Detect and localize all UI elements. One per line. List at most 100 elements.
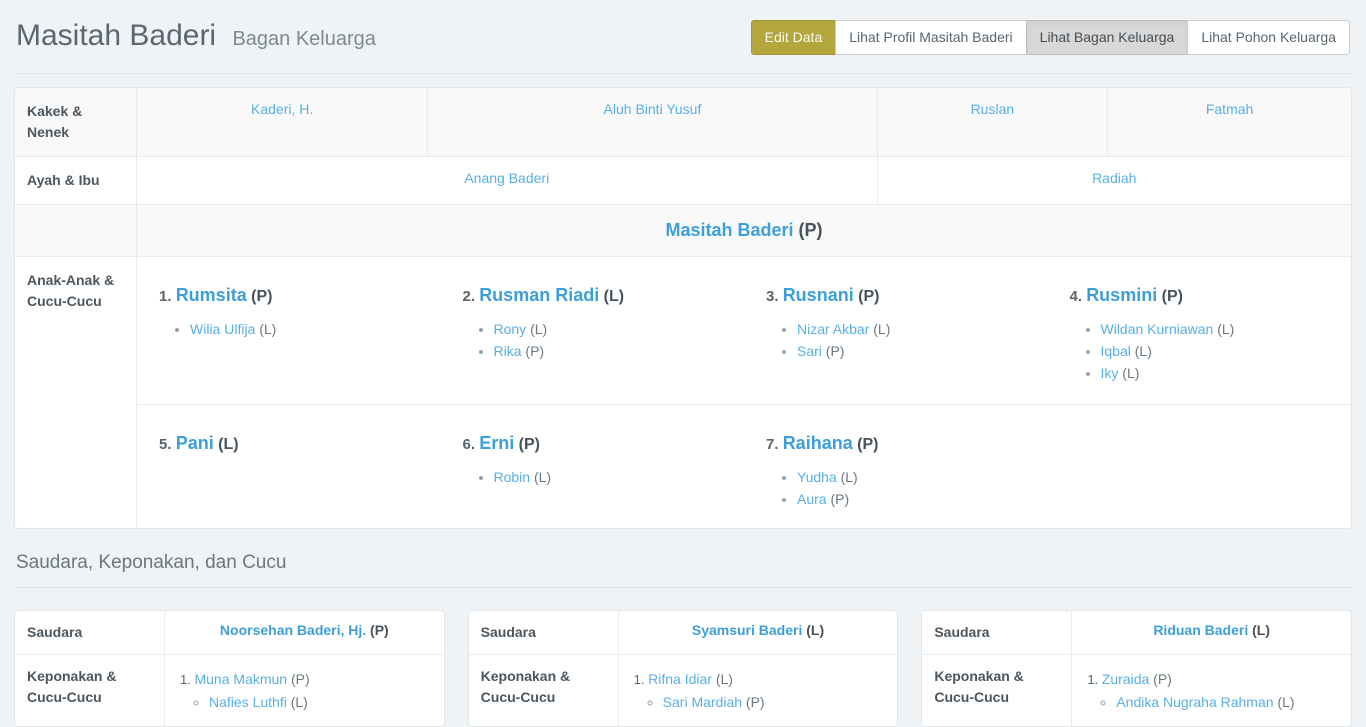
sibling-card-body-row: Keponakan & Cucu-Cucu1. Muna Makmun (P)N…: [15, 654, 444, 726]
sibling-name-link[interactable]: Syamsuri Baderi: [692, 622, 803, 638]
nephew-child-name-link[interactable]: Sari Mardiah: [663, 694, 742, 710]
grandchild-name-link[interactable]: Wilia Ulfija: [190, 321, 255, 337]
child-heading: 4. Rusmini (P): [1070, 283, 1336, 309]
sibling-cards: SaudaraNoorsehan Baderi, Hj. (P)Keponaka…: [14, 610, 1352, 727]
child-name-link[interactable]: Pani: [176, 433, 214, 453]
child-name-link[interactable]: Rusman Riadi: [479, 285, 599, 305]
nephew-children-list: Nafies Luthfi (L): [180, 691, 434, 713]
sibling-gender-label: (L): [1248, 622, 1270, 638]
child-gender-label: (P): [853, 436, 879, 453]
siblings-section-header: Saudara, Keponakan, dan Cucu: [14, 552, 1352, 588]
grandchild-gender-label: (L): [1118, 365, 1139, 381]
grandchild-name-link[interactable]: Rika: [494, 343, 522, 359]
sibling-card: SaudaraNoorsehan Baderi, Hj. (P)Keponaka…: [14, 610, 445, 727]
grandchild-name-link[interactable]: Iky: [1101, 365, 1119, 381]
grandchild-name-link[interactable]: Yudha: [797, 469, 837, 485]
nephew-child-name-link[interactable]: Andika Nugraha Rahman: [1116, 694, 1273, 710]
grandchild-name-link[interactable]: Robin: [494, 469, 531, 485]
self-cell: Masitah Baderi (P): [137, 205, 1351, 256]
edit-data-button[interactable]: Edit Data: [751, 20, 837, 55]
sibling-card: SaudaraRiduan Baderi (L)Keponakan & Cucu…: [921, 610, 1352, 727]
child-heading: 2. Rusman Riadi (L): [463, 283, 729, 309]
nephew-heading: 1. Muna Makmun (P): [180, 668, 434, 691]
sibling-name-link[interactable]: Noorsehan Baderi, Hj.: [220, 622, 366, 638]
grandparent-name-link[interactable]: Aluh Binti Yusuf: [604, 101, 702, 117]
sibling-name-link[interactable]: Riduan Baderi: [1153, 622, 1248, 638]
keponakan-label: Keponakan & Cucu-Cucu: [15, 655, 165, 726]
parent-name-link[interactable]: Anang Baderi: [464, 170, 549, 186]
child-gender-label: (L): [599, 288, 624, 305]
nephew-child-item: Andika Nugraha Rahman (L): [1116, 691, 1341, 713]
child-name-link[interactable]: Rusmini: [1086, 285, 1157, 305]
grandchild-gender-label: (L): [530, 469, 551, 485]
nephew-name-link[interactable]: Muna Makmun: [194, 671, 287, 687]
grandchild-item: Wilia Ulfija (L): [190, 318, 425, 340]
children-subrow: 5. Pani (L)6. Erni (P)Robin (L)7. Raihan…: [137, 404, 1351, 528]
self-row-label: [15, 205, 137, 256]
page-header: Masitah Baderi Bagan Keluarga Edit Data …: [14, 0, 1352, 74]
child-gender-label: (L): [214, 436, 239, 453]
nephew-name-link[interactable]: Rifna Idiar: [648, 671, 712, 687]
view-chart-button[interactable]: Lihat Bagan Keluarga: [1026, 20, 1189, 55]
grandchild-name-link[interactable]: Sari: [797, 343, 822, 359]
child-heading: 5. Pani (L): [159, 431, 425, 457]
grandchildren-list: Yudha (L)Aura (P): [766, 466, 1032, 510]
grandparents-row: Kakek & Nenek Kaderi, H.Aluh Binti Yusuf…: [15, 88, 1351, 156]
grandchild-item: Nizar Akbar (L): [797, 318, 1032, 340]
parent-name-link[interactable]: Radiah: [1092, 170, 1136, 186]
sibling-card-header-row: SaudaraNoorsehan Baderi, Hj. (P): [15, 611, 444, 654]
nephews-list: 1. Rifna Idiar (L)Sari Mardiah (P): [634, 668, 888, 713]
child-name-link[interactable]: Rumsita: [176, 285, 247, 305]
grandchild-name-link[interactable]: Aura: [797, 491, 827, 507]
siblings-section-heading: Saudara, Keponakan, dan Cucu: [16, 552, 1350, 574]
child-item: 4. Rusmini (P)Wildan Kurniawan (L)Iqbal …: [1048, 270, 1352, 404]
grandchild-gender-label: (L): [1131, 343, 1152, 359]
grandchildren-list: Wilia Ulfija (L): [159, 318, 425, 340]
grandparent-name-link[interactable]: Fatmah: [1206, 101, 1253, 117]
saudara-label: Saudara: [469, 611, 619, 654]
children-grid: 1. Rumsita (P)Wilia Ulfija (L)2. Rusman …: [137, 257, 1351, 528]
child-name-link[interactable]: Raihana: [783, 433, 853, 453]
child-number: 3.: [766, 288, 783, 305]
grandchild-item: Yudha (L): [797, 466, 1032, 488]
page-title: Masitah Baderi Bagan Keluarga: [16, 17, 376, 58]
grandparent-name-link[interactable]: Kaderi, H.: [251, 101, 313, 117]
person-name-title: Masitah Baderi: [16, 19, 216, 52]
child-name-link[interactable]: Rusnani: [783, 285, 854, 305]
children-subrow: 1. Rumsita (P)Wilia Ulfija (L)2. Rusman …: [137, 257, 1351, 404]
nephew-gender-label: (L): [712, 671, 733, 687]
child-item: 3. Rusnani (P)Nizar Akbar (L)Sari (P): [744, 270, 1048, 404]
parents-cells: Anang Baderi Radiah: [137, 157, 1351, 204]
sibling-card-header-row: SaudaraSyamsuri Baderi (L): [469, 611, 898, 654]
parent-cell: Radiah: [878, 157, 1351, 204]
nephew-gender-label: (P): [1149, 671, 1172, 687]
sibling-name-cell: Noorsehan Baderi, Hj. (P): [165, 611, 444, 654]
grandparent-name-link[interactable]: Ruslan: [971, 101, 1015, 117]
nephew-child-name-link[interactable]: Nafies Luthfi: [209, 694, 287, 710]
page: Masitah Baderi Bagan Keluarga Edit Data …: [0, 0, 1366, 727]
grandchild-name-link[interactable]: Wildan Kurniawan: [1101, 321, 1214, 337]
nephew-name-link[interactable]: Zuraida: [1102, 671, 1149, 687]
self-row: Masitah Baderi (P): [15, 204, 1351, 256]
grandchild-name-link[interactable]: Nizar Akbar: [797, 321, 869, 337]
grandchild-name-link[interactable]: Iqbal: [1101, 343, 1131, 359]
self-name-link[interactable]: Masitah Baderi: [665, 220, 793, 240]
child-item: 6. Erni (P)Robin (L): [441, 418, 745, 528]
nephew-child-item: Sari Mardiah (P): [663, 691, 888, 713]
grandchildren-list: Robin (L): [463, 466, 729, 488]
child-number: 5.: [159, 436, 176, 453]
sibling-card-body-row: Keponakan & Cucu-Cucu 1. Zuraida (P) Andik…: [922, 654, 1351, 726]
saudara-label: Saudara: [15, 611, 165, 654]
nephew-number: 1.: [1087, 672, 1101, 687]
sibling-card-body-row: Keponakan & Cucu-Cucu1. Rifna Idiar (L)S…: [469, 654, 898, 726]
grandchild-name-link[interactable]: Rony: [494, 321, 527, 337]
keponakan-label: Keponakan & Cucu-Cucu: [922, 655, 1072, 726]
child-name-link[interactable]: Erni: [479, 433, 514, 453]
grandchild-item: Rika (P): [494, 340, 729, 362]
self-gender-label: (P): [799, 220, 823, 240]
nephews-cell: 1. Muna Makmun (P)Nafies Luthfi (L): [165, 655, 444, 726]
view-profile-button[interactable]: Lihat Profil Masitah Baderi: [835, 20, 1026, 55]
child-heading: 7. Raihana (P): [766, 431, 1032, 457]
view-tree-button[interactable]: Lihat Pohon Keluarga: [1187, 20, 1350, 55]
children-row-label: Anak-Anak & Cucu-Cucu: [15, 257, 137, 528]
